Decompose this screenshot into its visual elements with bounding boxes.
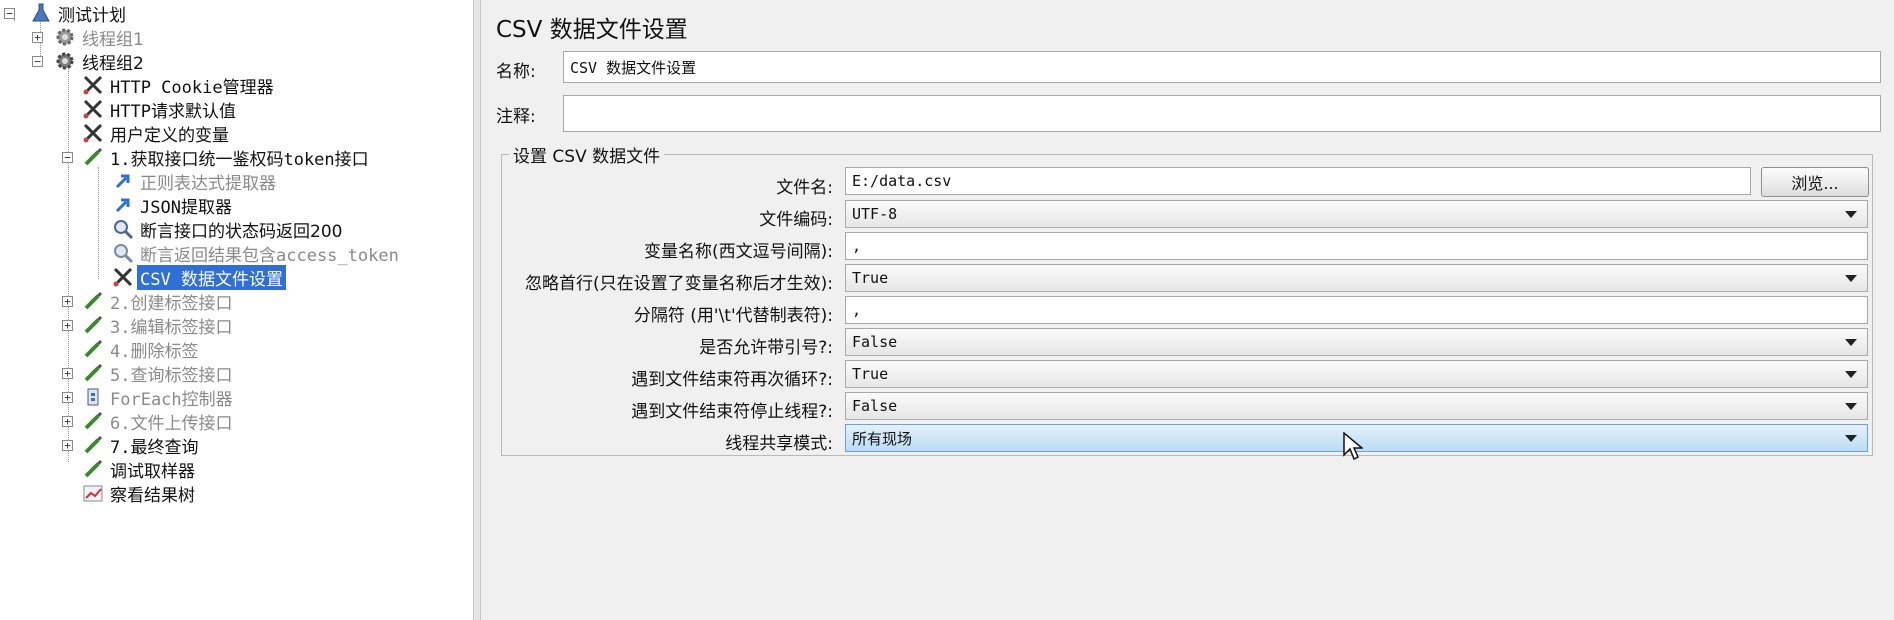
variable-names-field[interactable]: , — [845, 232, 1868, 260]
tree-node-regex-extractor[interactable]: 正则表达式提取器 — [112, 170, 279, 194]
tree-node-edit-tag[interactable]: + 3.编辑标签接口 — [62, 314, 235, 338]
name-label: 名称: — [496, 62, 536, 82]
tree-node-thread-group-1[interactable]: + 线程组1 — [32, 26, 147, 50]
pipette-icon — [82, 458, 104, 480]
chevron-down-icon — [1845, 371, 1857, 378]
ignore-first-line-label: 忽略首行(只在设置了变量名称后才生效): — [525, 274, 833, 294]
recycle-on-eof-select[interactable]: True — [845, 360, 1868, 388]
tree-node-foreach-controller[interactable]: + ForEach控制器 — [62, 386, 236, 410]
magnifier-icon — [112, 218, 134, 240]
pipette-icon — [82, 434, 104, 456]
allow-quoted-select[interactable]: False — [845, 328, 1868, 356]
gear-icon — [54, 50, 76, 72]
magnifier-icon — [112, 242, 134, 264]
tree-node-user-variables[interactable]: 用户定义的变量 — [82, 122, 232, 146]
name-field[interactable]: CSV 数据文件设置 — [563, 51, 1881, 83]
chevron-down-icon — [1845, 435, 1857, 442]
allow-quoted-value: False — [852, 333, 898, 351]
page-title: CSV 数据文件设置 — [496, 17, 688, 43]
tree-node-file-upload[interactable]: + 6.文件上传接口 — [62, 410, 235, 434]
tree-node-token-sampler[interactable]: − 1.获取接口统一鉴权码token接口 — [62, 146, 372, 170]
comment-field[interactable] — [563, 95, 1881, 132]
variable-names-label: 变量名称(西文逗号间隔): — [644, 242, 833, 262]
allow-quoted-label: 是否允许带引号?: — [699, 338, 833, 358]
chart-icon — [82, 482, 104, 504]
wrench-scissors-icon — [82, 74, 104, 96]
tree-node-status-assertion[interactable]: 断言接口的状态码返回200 — [112, 218, 345, 242]
pipette-icon — [82, 410, 104, 432]
tree-connector — [98, 167, 99, 279]
sharing-mode-value: 所有现场 — [852, 429, 913, 448]
delimiter-label: 分隔符 (用'\t'代替制表符): — [633, 306, 833, 326]
ignore-first-line-select[interactable]: True — [845, 264, 1868, 292]
tree-node-view-results-tree[interactable]: 察看结果树 — [82, 482, 198, 506]
tree-node-csv-data-set[interactable]: CSV 数据文件设置 — [112, 264, 286, 290]
csv-data-set-config-panel: CSV 数据文件设置 名称: CSV 数据文件设置 注释: 设置 CSV 数据文… — [481, 0, 1894, 620]
expand-icon[interactable]: + — [62, 296, 73, 307]
pipette-icon — [82, 290, 104, 312]
wrench-scissors-icon — [112, 266, 134, 288]
expand-icon[interactable]: + — [62, 368, 73, 379]
tree-node-http-defaults[interactable]: HTTP请求默认值 — [82, 98, 239, 122]
tree-node-final-query[interactable]: + 7.最终查询 — [62, 434, 201, 458]
encoding-select[interactable]: UTF-8 — [845, 200, 1868, 228]
arrow-icon — [112, 170, 134, 192]
tree-node-delete-tag[interactable]: 4.删除标签 — [82, 338, 201, 362]
test-plan-tree[interactable]: − 测试计划 + 线程组1 − 线程组2 HTTP Cookie管理器 HTTP… — [0, 0, 473, 620]
delimiter-field[interactable]: , — [845, 296, 1868, 324]
expand-icon[interactable]: + — [62, 416, 73, 427]
expand-icon[interactable]: + — [62, 440, 73, 451]
arrow-icon — [112, 194, 134, 216]
panel-splitter[interactable] — [473, 0, 481, 620]
gear-icon — [54, 26, 76, 48]
stop-thread-on-eof-select[interactable]: False — [845, 392, 1868, 420]
collapse-icon[interactable]: − — [32, 56, 43, 67]
tree-node-thread-group-2[interactable]: − 线程组2 — [32, 50, 147, 74]
stop-thread-on-eof-value: False — [852, 397, 898, 415]
mouse-cursor-icon — [1343, 431, 1365, 466]
tree-node-debug-sampler[interactable]: 调试取样器 — [82, 458, 198, 482]
recycle-on-eof-label: 遇到文件结束符再次循环?: — [631, 370, 833, 390]
pipette-icon — [82, 146, 104, 168]
collapse-icon[interactable]: − — [62, 152, 73, 163]
collapse-icon[interactable]: − — [4, 8, 15, 19]
tree-node-cookie-manager[interactable]: HTTP Cookie管理器 — [82, 74, 277, 98]
browse-button[interactable]: 浏览... — [1761, 167, 1869, 197]
wrench-scissors-icon — [82, 122, 104, 144]
tree-node-test-plan[interactable]: − 测试计划 — [4, 2, 129, 26]
chevron-down-icon — [1845, 211, 1857, 218]
tree-node-query-tag[interactable]: + 5.查询标签接口 — [62, 362, 235, 386]
group-title: 设置 CSV 数据文件 — [509, 142, 665, 167]
chevron-down-icon — [1845, 275, 1857, 282]
comment-label: 注释: — [496, 107, 536, 127]
recycle-on-eof-value: True — [852, 365, 889, 383]
sharing-mode-label: 线程共享模式: — [725, 434, 833, 454]
pipette-icon — [82, 338, 104, 360]
tree-node-json-extractor[interactable]: JSON提取器 — [112, 194, 235, 218]
pipette-icon — [82, 314, 104, 336]
expand-icon[interactable]: + — [62, 392, 73, 403]
flask-icon — [30, 2, 52, 24]
ignore-first-line-value: True — [852, 269, 889, 287]
wrench-scissors-icon — [82, 98, 104, 120]
expand-icon[interactable]: + — [32, 32, 43, 43]
filename-label: 文件名: — [776, 178, 833, 198]
tree-node-token-assertion[interactable]: 断言返回结果包含access_token — [112, 242, 402, 266]
pipette-icon — [82, 362, 104, 384]
tree-node-create-tag[interactable]: + 2.创建标签接口 — [62, 290, 235, 314]
encoding-label: 文件编码: — [759, 210, 833, 230]
stop-thread-on-eof-label: 遇到文件结束符停止线程?: — [631, 402, 833, 422]
filename-field[interactable]: E:/data.csv — [845, 167, 1751, 195]
chevron-down-icon — [1845, 403, 1857, 410]
controller-icon — [82, 386, 104, 408]
encoding-value: UTF-8 — [852, 205, 898, 223]
chevron-down-icon — [1845, 339, 1857, 346]
expand-icon[interactable]: + — [62, 320, 73, 331]
